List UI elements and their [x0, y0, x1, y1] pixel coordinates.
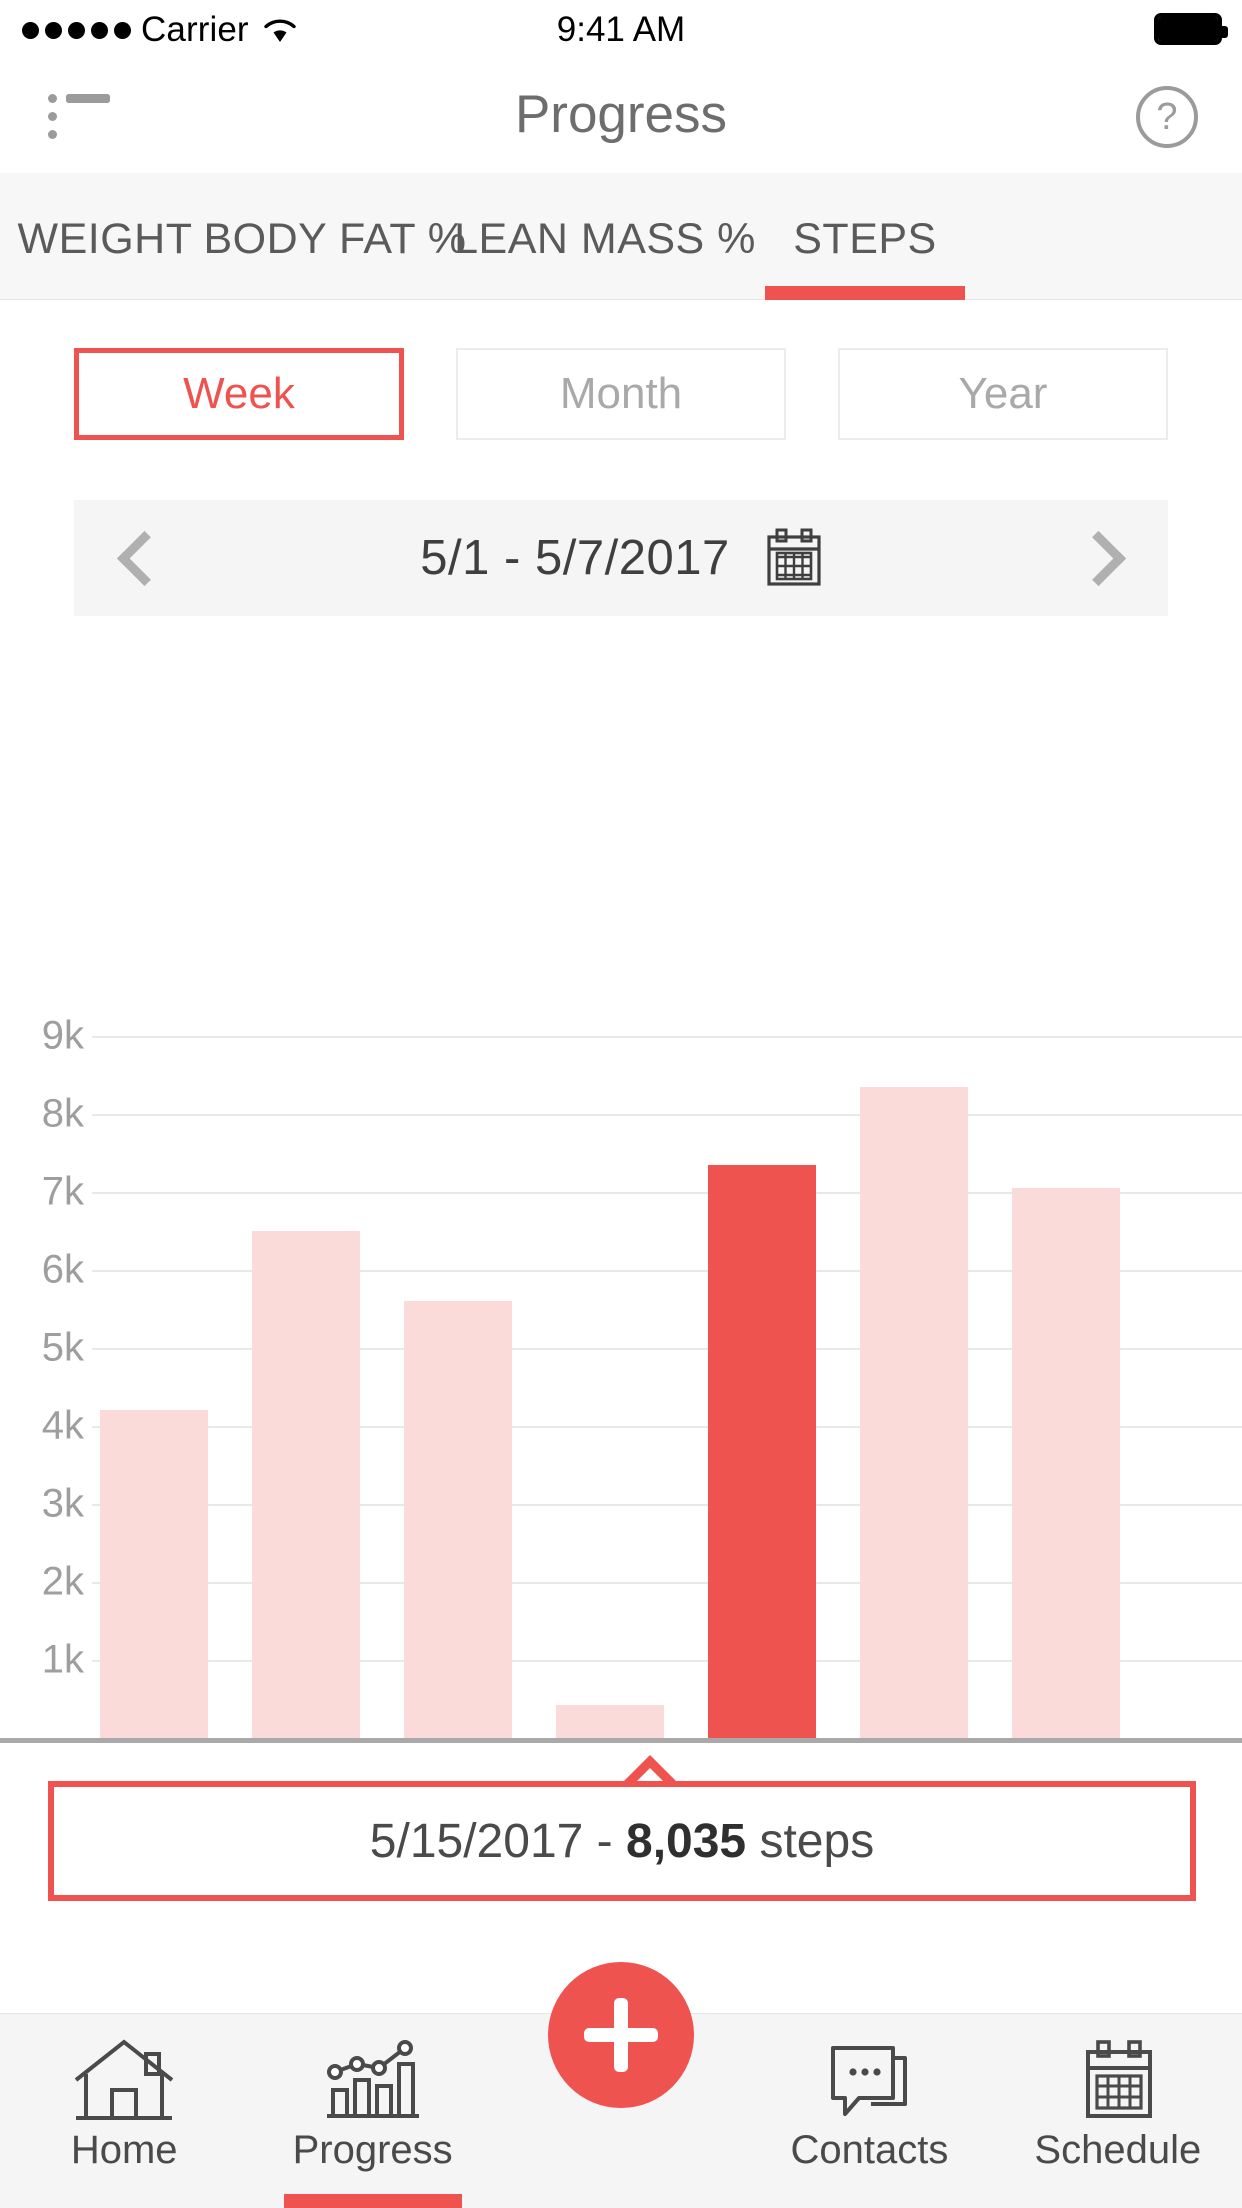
page-title: Progress [514, 85, 728, 144]
tab-schedule-label: Schedule [1034, 2128, 1202, 2172]
chart-baseline [0, 1738, 1242, 1743]
date-range-display: 5/1 - 5/7/2017 [420, 528, 821, 588]
tooltip-date: 5/15/2017 [369, 1814, 584, 1868]
home-icon [70, 2038, 178, 2122]
chart-tooltip: 5/15/2017 - 8,035 steps [48, 1781, 1196, 1901]
period-month-label: Month [559, 369, 683, 418]
tooltip-separator: - [583, 1814, 626, 1868]
chart-icon [319, 2038, 427, 2122]
date-range-navigator: 5/1 - 5/7/2017 [74, 500, 1168, 616]
chevron-left-icon[interactable] [104, 523, 174, 593]
chart-bar[interactable] [100, 1410, 208, 1738]
help-icon[interactable]: ? [1136, 86, 1198, 148]
period-month-button[interactable]: Month [456, 348, 786, 440]
tooltip-text: 5/15/2017 - 8,035 steps [370, 1814, 874, 1869]
period-year-label: Year [958, 369, 1048, 418]
chart-bar[interactable] [860, 1086, 968, 1738]
tab-weight-label: WEIGHT [17, 215, 193, 263]
progress-screen: Carrier 9:41 AM Progress ? WEIGHT BODY F… [0, 0, 1242, 2208]
clock-label: 9:41 AM [556, 10, 686, 49]
chart-bar[interactable] [556, 1705, 664, 1738]
tab-steps-indicator [765, 286, 965, 300]
navigation-bar: Progress ? [0, 60, 1242, 173]
tooltip-value: 8,035 [626, 1814, 747, 1868]
tab-schedule[interactable]: Schedule [994, 2014, 1242, 2208]
tab-steps[interactable]: STEPS [750, 173, 980, 300]
date-range-label: 5/1 - 5/7/2017 [420, 531, 730, 585]
plus-icon-vertical [614, 1998, 628, 2072]
tab-weight[interactable]: WEIGHT [0, 173, 210, 300]
tab-progress-indicator [283, 2194, 462, 2208]
period-week-button[interactable]: Week [74, 348, 404, 440]
tab-home-label: Home [70, 2128, 178, 2172]
tab-lean-mass[interactable]: LEAN MASS % [454, 173, 755, 300]
tab-steps-label: STEPS [793, 215, 937, 263]
chart-bar[interactable] [404, 1301, 512, 1738]
chart-bar[interactable] [1012, 1188, 1120, 1738]
help-glyph: ? [1156, 96, 1178, 138]
period-selector: Week Month Year [0, 348, 1242, 464]
chart-bar[interactable] [252, 1231, 360, 1738]
chevron-right-icon[interactable] [1068, 523, 1138, 593]
calendar-icon[interactable] [766, 528, 822, 588]
calendar-icon [1064, 2038, 1172, 2122]
tab-home[interactable]: Home [0, 2014, 248, 2208]
chart-bar[interactable] [708, 1164, 816, 1738]
speech-bubble-icon [815, 2038, 923, 2122]
battery-full-icon [1154, 13, 1228, 45]
tab-progress-label: Progress [292, 2128, 453, 2172]
metric-tab-bar: WEIGHT BODY FAT % LEAN MASS % STEPS [0, 173, 1242, 300]
tab-body-fat[interactable]: BODY FAT % [203, 173, 466, 300]
add-button[interactable] [548, 1962, 694, 2108]
tab-contacts[interactable]: Contacts [745, 2014, 993, 2208]
chart-bars [0, 640, 1242, 1750]
tab-body-fat-label: BODY FAT % [203, 215, 467, 263]
period-year-button[interactable]: Year [838, 348, 1168, 440]
period-week-label: Week [183, 369, 295, 418]
tab-lean-mass-label: LEAN MASS % [454, 215, 756, 263]
tab-progress[interactable]: Progress [248, 2014, 496, 2208]
steps-bar-chart[interactable]: 1k 2k 3k 4k 5k 6k 7k 8k 9k [0, 640, 1242, 1750]
tab-contacts-label: Contacts [790, 2128, 949, 2172]
status-bar: Carrier 9:41 AM [0, 0, 1242, 60]
tooltip-unit: steps [746, 1814, 875, 1868]
